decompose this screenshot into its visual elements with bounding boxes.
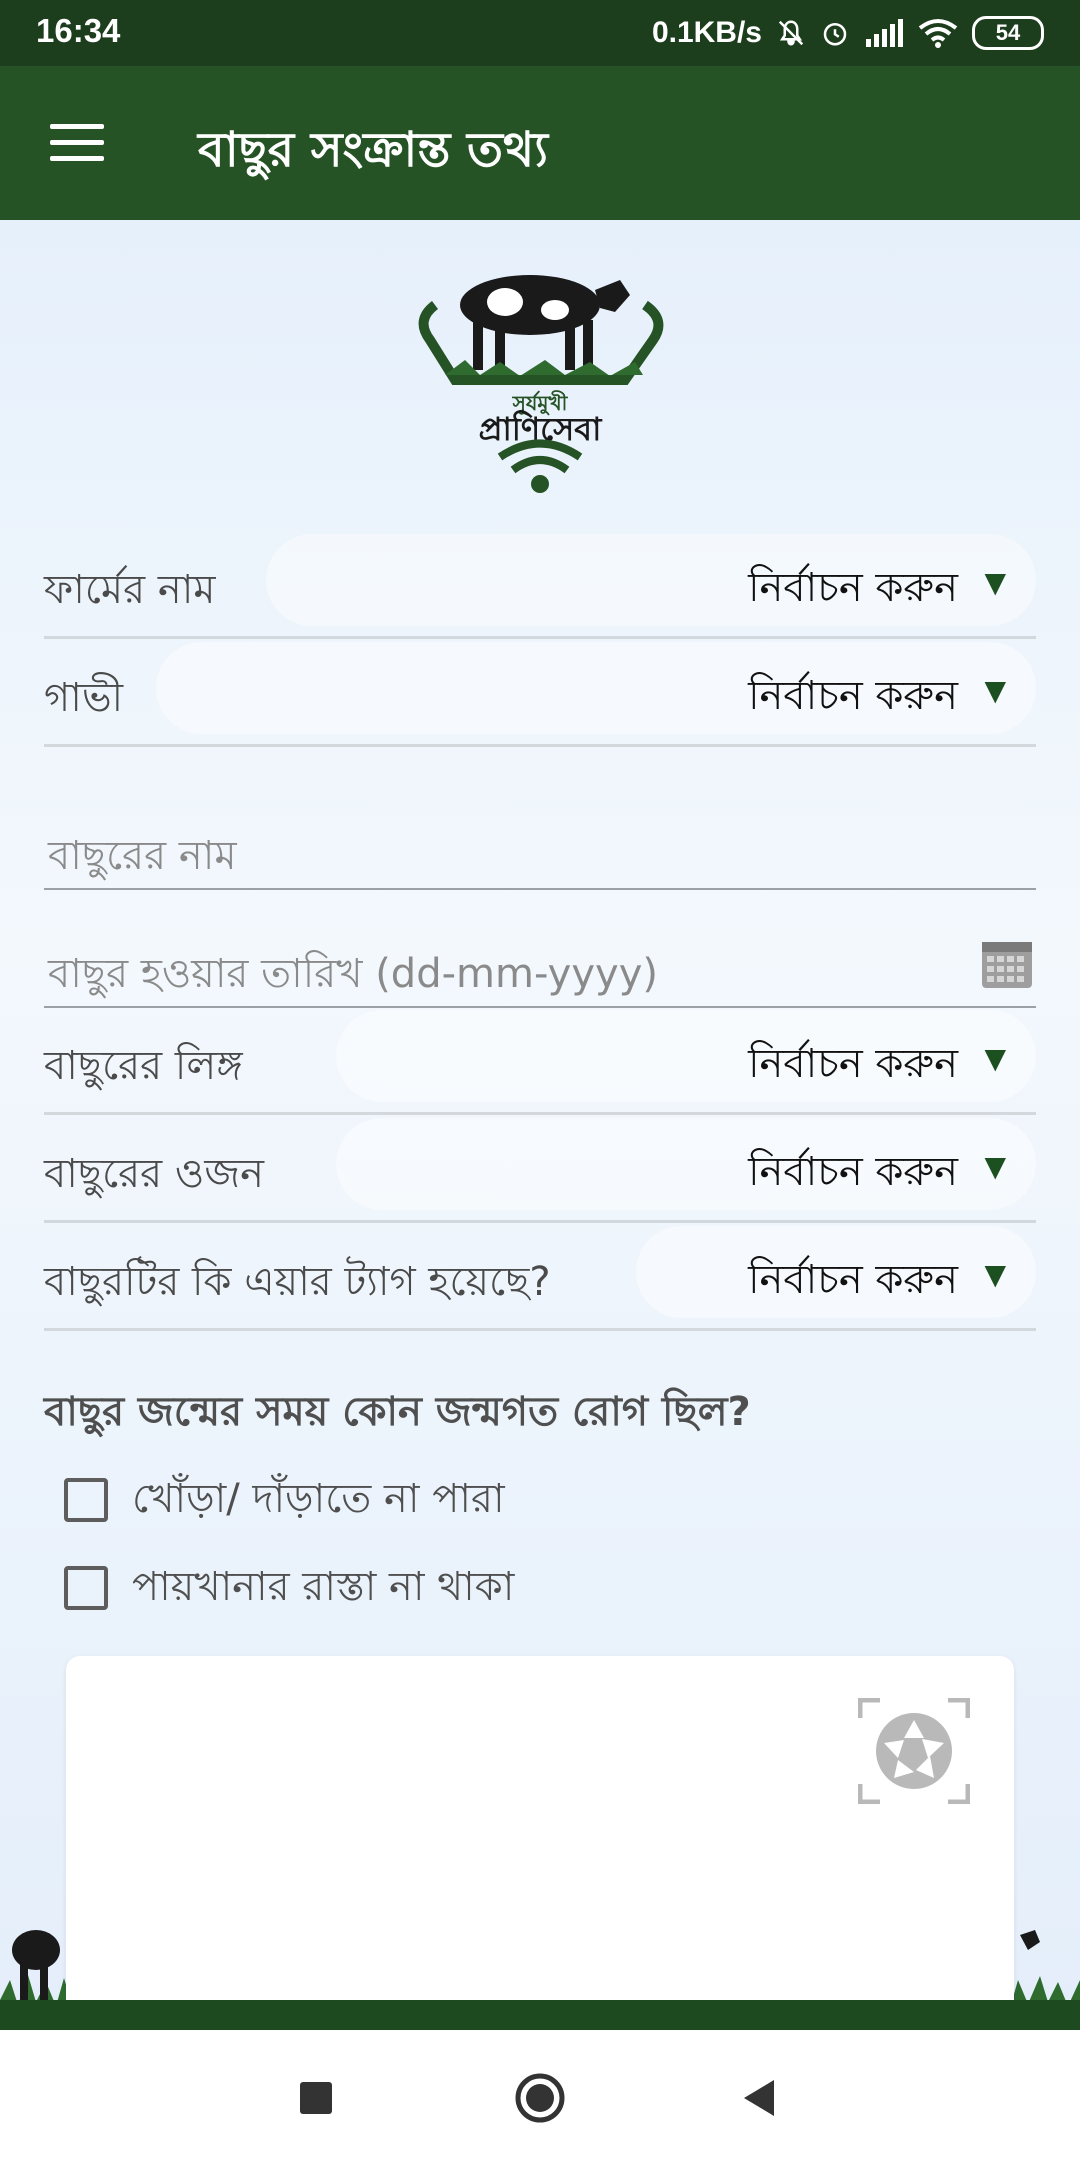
checkbox-label: পায়খানার রাস্তা না থাকা (132, 1563, 515, 1610)
ground-strip (0, 2000, 1080, 2030)
gender-select-value: নির্বাচন করুন (748, 1041, 958, 1087)
ear-tag-select-value: নির্বাচন করুন (748, 1257, 958, 1303)
ear-tag-row: বাছুরটির কি এয়ার ট্যাগ হয়েছে? নির্বাচন… (44, 1222, 1036, 1331)
navigation-bar (0, 2030, 1080, 2160)
calf-name-input[interactable]: বাছুরের নাম (44, 804, 1036, 890)
page-title: বাছুর সংক্রান্ত তথ্য (198, 122, 549, 178)
weight-label: বাছুরের ওজন (44, 1151, 264, 1197)
gender-row: বাছুরের লিঙ্গ নির্বাচন করুন ▼ (44, 1006, 1036, 1115)
farm-label: ফার্মের নাম (44, 567, 216, 613)
app-logo: সূর্যমুখী প্রাণিসেবা (418, 275, 664, 493)
status-time: 16:34 (36, 12, 121, 49)
checkbox-box[interactable] (64, 1478, 108, 1522)
calendar-icon[interactable] (980, 936, 1034, 990)
status-bar: 16:34 0.1KB/s 54 (0, 0, 1080, 66)
photo-upload-area[interactable] (66, 1656, 1014, 2030)
camera-icon[interactable] (858, 1698, 970, 1804)
checkbox-lame[interactable]: খোঁড়া/ দাঁড়াতে না পারা (64, 1470, 505, 1530)
weight-select-value: নির্বাচন করুন (748, 1149, 958, 1195)
app-bar: বাছুর সংক্রান্ত তথ্য (0, 66, 1080, 220)
birth-date-input[interactable]: বাছুর হওয়ার তারিখ (dd-mm-yyyy) (44, 922, 1036, 1008)
checkbox-label: খোঁড়া/ দাঁড়াতে না পারা (132, 1475, 505, 1522)
back-icon[interactable] (730, 2068, 790, 2128)
checkbox-no-anus[interactable]: পায়খানার রাস্তা না থাকা (64, 1558, 514, 1618)
weight-row: বাছুরের ওজন নির্বাচন করুন ▼ (44, 1114, 1036, 1223)
gender-select[interactable]: নির্বাচন করুন ▼ (336, 1010, 1036, 1102)
cow-select-value: নির্বাচন করুন (748, 673, 958, 719)
gender-label: বাছুরের লিঙ্গ (44, 1043, 243, 1089)
dropdown-arrow-icon: ▼ (984, 1258, 1006, 1291)
mute-icon (778, 20, 804, 46)
congenital-disease-question: বাছুর জন্মের সময় কোন জন্মগত রোগ ছিল? (44, 1389, 751, 1435)
dropdown-arrow-icon: ▼ (984, 1150, 1006, 1183)
menu-icon[interactable] (50, 124, 104, 164)
ear-tag-select[interactable]: নির্বাচন করুন ▼ (636, 1226, 1036, 1318)
dropdown-arrow-icon: ▼ (984, 674, 1006, 707)
home-icon[interactable] (510, 2068, 570, 2128)
cow-select[interactable]: নির্বাচন করুন ▼ (156, 642, 1036, 734)
status-icons: 0.1KB/s 54 (652, 10, 1044, 56)
alarm-icon (823, 23, 847, 46)
cow-label: গাভী (44, 675, 124, 721)
signal-icon (866, 19, 903, 47)
dropdown-arrow-icon: ▼ (984, 1042, 1006, 1075)
checkbox-box[interactable] (64, 1566, 108, 1610)
form-content: সূর্যমুখী প্রাণিসেবা ফার্মের নাম নির্বাচ… (0, 220, 1080, 2030)
stop-icon[interactable] (286, 2068, 346, 2128)
dropdown-arrow-icon: ▼ (984, 566, 1006, 599)
farm-row: ফার্মের নাম নির্বাচন করুন ▼ (44, 530, 1036, 639)
farm-select-value: নির্বাচন করুন (748, 565, 958, 611)
wifi-icon (918, 19, 958, 48)
weight-select[interactable]: নির্বাচন করুন ▼ (336, 1118, 1036, 1210)
birth-date-placeholder: বাছুর হওয়ার তারিখ (dd-mm-yyyy) (48, 951, 658, 997)
cow-row: গাভী নির্বাচন করুন ▼ (44, 638, 1036, 747)
network-speed: 0.1KB/s (651, 16, 762, 49)
battery-indicator: 54 (972, 16, 1044, 50)
calf-name-placeholder: বাছুরের নাম (48, 833, 237, 879)
farm-select[interactable]: নির্বাচন করুন ▼ (266, 534, 1036, 626)
ear-tag-label: বাছুরটির কি এয়ার ট্যাগ হয়েছে? (44, 1259, 551, 1305)
